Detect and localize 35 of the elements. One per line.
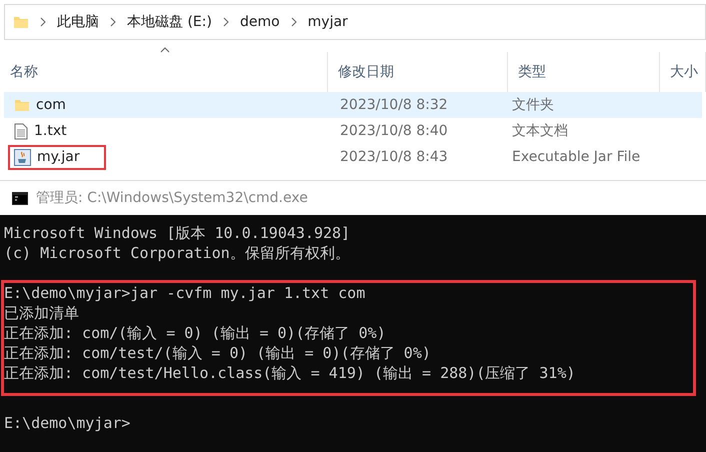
breadcrumb-item[interactable]: 此电脑 <box>57 13 99 31</box>
console-line: (c) Microsoft Corporation。保留所有权利。 <box>4 243 351 263</box>
chevron-icon <box>109 17 117 27</box>
sort-caret-icon <box>160 46 170 54</box>
file-type: Executable Jar File <box>512 149 642 165</box>
folder-icon <box>13 14 29 30</box>
console-line: 已添加清单 <box>4 303 80 323</box>
console-line: 正在添加: com/test/Hello.class(输入 = 419) (输出 = 288)(压缩了 31%) <box>4 363 576 383</box>
file-row[interactable]: com 2023/10/8 8:32 文件夹 <box>4 92 702 118</box>
window-title: 管理员: C:\Windows\System32\cmd.exe <box>36 189 308 207</box>
breadcrumb-item[interactable]: 本地磁盘 (E:) <box>127 13 212 31</box>
folder-icon <box>14 97 30 113</box>
chevron-icon <box>39 17 47 27</box>
console-line: E:\demo\myjar> <box>4 413 132 433</box>
file-row[interactable]: my.jar 2023/10/8 8:43 Executable Jar File <box>4 144 702 170</box>
file-date: 2023/10/8 8:40 <box>339 123 449 139</box>
file-row[interactable]: 1.txt 2023/10/8 8:40 文本文档 <box>4 118 702 144</box>
chevron-icon <box>290 17 298 27</box>
breadcrumb-item[interactable]: demo <box>240 14 280 30</box>
chevron-icon <box>222 17 230 27</box>
file-type: 文件夹 <box>512 96 555 114</box>
file-name: com <box>36 97 66 113</box>
console-line: 正在添加: com/test/(输入 = 0) (输出 = 0)(存储了 0%) <box>4 343 432 363</box>
console-line: 正在添加: com/(输入 = 0) (输出 = 0)(存储了 0%) <box>4 323 387 343</box>
breadcrumb-item[interactable]: myjar <box>308 14 348 30</box>
file-date: 2023/10/8 8:32 <box>339 97 449 113</box>
file-type: 文本文档 <box>512 122 569 140</box>
java-cup-icon <box>14 148 31 166</box>
file-date: 2023/10/8 8:43 <box>339 149 449 165</box>
console-line: Microsoft Windows [版本 10.0.19043.928] <box>4 223 352 243</box>
file-name: 1.txt <box>34 123 67 139</box>
console-line: E:\demo\myjar>jar -cvfm my.jar 1.txt com <box>4 283 366 303</box>
document-icon <box>14 122 28 140</box>
file-name: my.jar <box>37 149 80 165</box>
console-icon <box>12 192 28 204</box>
